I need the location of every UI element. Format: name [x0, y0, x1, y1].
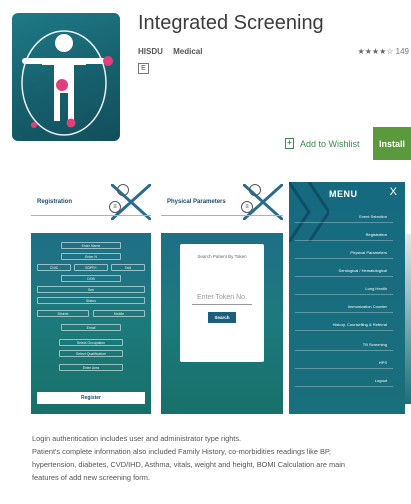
cnic-field: CNIC: [37, 264, 71, 271]
description-line: Login authentication includes user and a…: [32, 434, 242, 443]
logo-icon: [117, 184, 129, 196]
search-card: Search Patient By Token Enter Token No. …: [180, 244, 264, 362]
menu-item: Serological / Hematological: [295, 264, 393, 277]
sdpr-field: SDPR+: [74, 264, 108, 271]
search-button: Search: [208, 312, 236, 323]
screenshot-physical-parameters[interactable]: ≡ Physical Parameters Search Patient By …: [161, 182, 283, 414]
menu-item: Immunization Counter: [295, 300, 393, 313]
name-field: Enter Name: [61, 242, 121, 249]
search-label: Search Patient By Token: [197, 254, 247, 259]
app-icon: [12, 13, 120, 141]
app-meta: HISDU Medical: [138, 47, 210, 56]
menu-icon: ≡: [109, 201, 121, 213]
menu-item: History, Counselling & Referral: [295, 318, 393, 331]
menu-icon: ≡: [241, 201, 253, 213]
qualification-field: Select Qualification: [59, 350, 123, 357]
wishlist-label: Add to Wishlist: [300, 138, 360, 149]
status-field: Status: [37, 297, 145, 304]
menu-item: TB Screening: [295, 338, 393, 351]
description-line: Patient's complete information also incl…: [32, 447, 331, 456]
menu-item: Logout: [295, 374, 393, 387]
rating: ★★★★☆ 149: [358, 47, 409, 56]
menu-title: MENU: [329, 189, 358, 199]
menu-item: Lung Health: [295, 282, 393, 295]
sex-field: Sex: [37, 286, 145, 293]
menu-item: Physical Parameters: [295, 246, 393, 259]
person-icon: [21, 30, 113, 136]
divider: [31, 215, 151, 216]
district-field: District: [37, 310, 89, 317]
screenshot-registration[interactable]: ≡ Registration Enter Name Enter N CNIC S…: [31, 182, 151, 414]
dob-field: DOB: [61, 275, 121, 282]
rating-stars-icon: ★★★★☆: [357, 47, 394, 56]
logo-icon: [249, 184, 261, 196]
menu-item: Registration: [295, 228, 393, 241]
divider: [161, 215, 283, 216]
screenshot-menu[interactable]: MENU X Event Selection Registration Phys…: [289, 182, 405, 414]
add-to-wishlist-button[interactable]: + Add to Wishlist: [285, 138, 360, 149]
description-line: features of add new screening form.: [32, 473, 150, 482]
area-field: Enter Area: [59, 364, 123, 371]
tabl-field: Tabl: [111, 264, 145, 271]
mobile-field: Mobile: [93, 310, 145, 317]
app-description: Login authentication includes user and a…: [32, 432, 402, 484]
n-field: Enter N: [61, 253, 121, 260]
email-field: Email: [61, 324, 121, 331]
occupation-field: Select Occupation: [59, 339, 123, 346]
description-line: hypertension, diabetes, CVD/IHD, Asthma,…: [32, 460, 346, 469]
screen-title: Registration: [37, 199, 73, 205]
developer-link[interactable]: HISDU: [138, 47, 163, 56]
category-link[interactable]: Medical: [173, 47, 202, 56]
close-icon: X: [389, 186, 397, 198]
install-button[interactable]: Install: [373, 127, 411, 160]
bookmark-icon: +: [285, 138, 294, 149]
menu-item: Event Selection: [295, 210, 393, 223]
token-input: Enter Token No.: [192, 292, 252, 305]
register-button: Register: [37, 392, 145, 404]
app-title: Integrated Screening: [138, 12, 324, 34]
menu-item: HPS: [295, 356, 393, 369]
screen-title: Physical Parameters: [167, 199, 226, 205]
content-rating-badge: E: [138, 63, 149, 74]
screenshot-peek[interactable]: [405, 234, 411, 404]
rating-count: 149: [395, 47, 409, 56]
